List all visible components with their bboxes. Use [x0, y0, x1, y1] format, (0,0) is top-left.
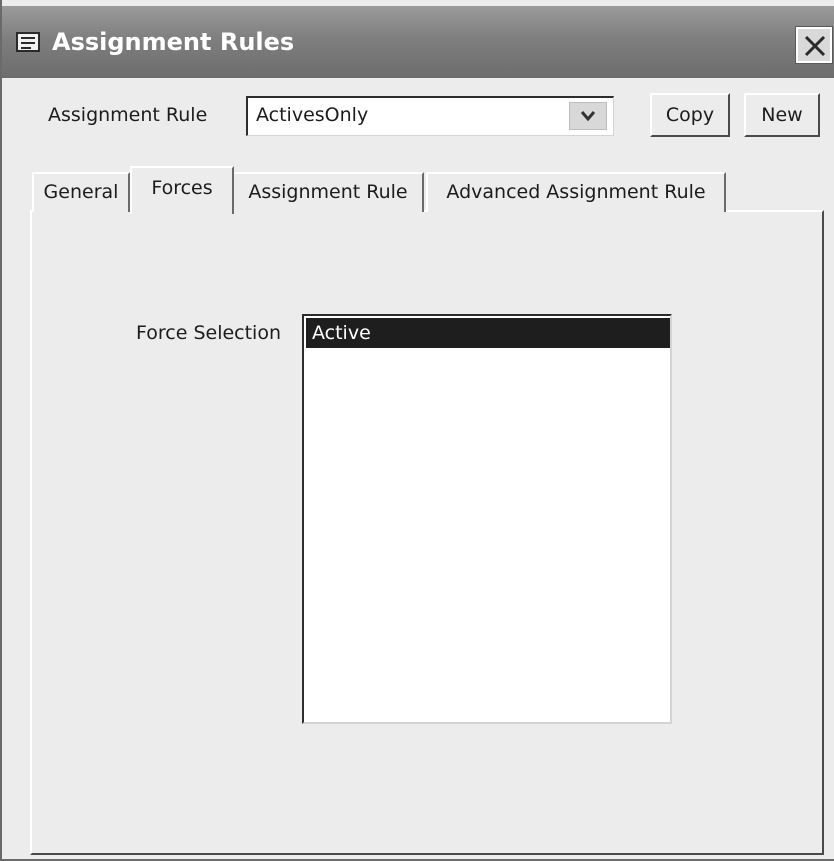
assignment-rule-label: Assignment Rule — [48, 104, 208, 126]
list-item[interactable]: Active — [306, 318, 670, 348]
title-bar[interactable]: Assignment Rules — [2, 6, 834, 78]
assignment-rule-select[interactable]: ActivesOnly — [246, 96, 614, 136]
window-title: Assignment Rules — [52, 28, 295, 56]
assignment-rules-window: Assignment Rules Assignment Rule Actives… — [0, 0, 834, 861]
form-icon — [16, 32, 40, 52]
tab-advanced-assignment-rule[interactable]: Advanced Assignment Rule — [426, 172, 726, 212]
force-selection-label: Force Selection — [136, 322, 282, 344]
tab-general[interactable]: General — [32, 172, 130, 212]
dropdown-button[interactable] — [569, 102, 607, 130]
close-icon — [804, 35, 826, 57]
assignment-rule-value: ActivesOnly — [256, 104, 369, 126]
new-button[interactable]: New — [744, 93, 820, 137]
tab-assignment-rule[interactable]: Assignment Rule — [232, 172, 424, 212]
chevron-down-icon — [580, 111, 596, 122]
force-selection-list[interactable]: Active — [302, 314, 672, 724]
copy-button[interactable]: Copy — [650, 93, 730, 137]
tab-forces[interactable]: Forces — [130, 166, 234, 214]
close-button[interactable] — [795, 26, 833, 64]
